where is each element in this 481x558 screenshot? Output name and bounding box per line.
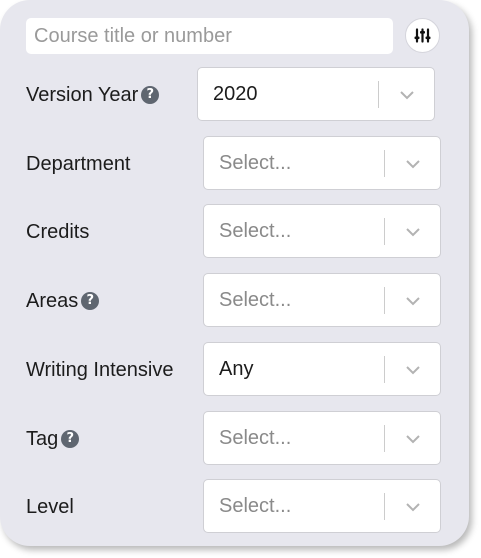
chevron-down-icon[interactable] [405,157,421,171]
select-value: Any [219,357,254,380]
select-value: 2020 [213,82,258,105]
select-separator [378,81,379,108]
filter-label-text: Department [26,152,131,175]
version-year-label: Version Year ? [26,67,160,123]
writing-intensive-label: Writing Intensive [26,342,173,398]
help-icon[interactable]: ? [141,86,160,104]
credits-label: Credits [26,204,89,260]
chevron-down-icon[interactable] [399,88,415,102]
select-separator [384,150,385,177]
sliders-icon [414,28,431,43]
tag-label: Tag ? [26,411,80,467]
tag-select[interactable]: Select... [203,411,441,465]
select-separator [384,218,385,245]
areas-label: Areas ? [26,273,100,329]
select-separator [384,493,385,520]
filter-label-text: Level [26,495,74,518]
filter-label-text: Writing Intensive [26,358,174,381]
filter-label-text: Credits [26,220,90,243]
select-value: Select... [219,426,292,449]
filter-row-areas: Areas ? Select... [0,273,469,329]
filter-label-text: Areas [26,289,79,312]
select-value: Select... [219,151,292,174]
filter-row-tag: Tag ? Select... [0,411,469,467]
search-row [26,18,442,54]
department-label: Department [26,136,131,192]
level-select[interactable]: Select... [203,479,441,533]
select-separator [384,425,385,452]
filter-row-department: Department Select... [0,136,469,192]
select-separator [384,356,385,383]
filter-settings-button[interactable] [405,18,440,53]
chevron-down-icon[interactable] [405,432,421,446]
course-filter-panel: Version Year ? 2020 Department Select...… [0,0,469,546]
writing-intensive-select[interactable]: Any [203,342,441,396]
chevron-down-icon[interactable] [405,294,421,308]
course-search-input[interactable] [26,18,393,54]
chevron-down-icon[interactable] [405,363,421,377]
version-year-select[interactable]: 2020 [197,67,435,121]
level-label: Level [26,479,74,535]
filter-row-version-year: Version Year ? 2020 [0,67,469,123]
select-value: Select... [219,494,292,517]
filter-row-level: Level Select... [0,479,469,535]
select-separator [384,287,385,314]
filter-label-text: Tag [26,427,59,450]
filter-row-writing-intensive: Writing Intensive Any [0,342,469,398]
help-icon[interactable]: ? [61,430,80,448]
select-value: Select... [219,219,292,242]
credits-select[interactable]: Select... [203,204,441,258]
select-value: Select... [219,288,292,311]
filter-row-credits: Credits Select... [0,204,469,260]
areas-select[interactable]: Select... [203,273,441,327]
department-select[interactable]: Select... [203,136,441,190]
chevron-down-icon[interactable] [405,225,421,239]
help-icon[interactable]: ? [81,292,100,310]
chevron-down-icon[interactable] [405,500,421,514]
filter-label-text: Version Year [26,83,139,106]
